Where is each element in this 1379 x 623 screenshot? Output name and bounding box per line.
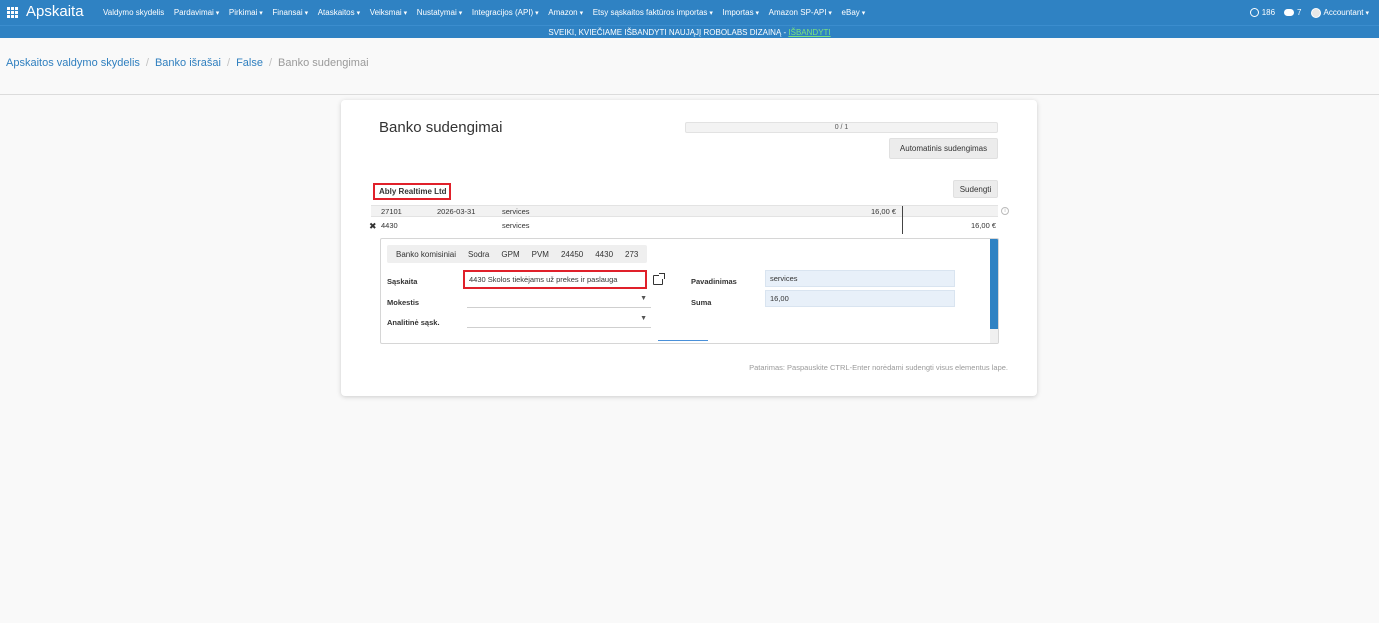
name-field[interactable]: services (765, 270, 955, 287)
quick-account-button[interactable]: Sodra (462, 250, 495, 259)
chat-icon (1284, 9, 1295, 16)
statement-line-row[interactable]: 27101 2026-03-31 services 16,00 € (371, 205, 998, 234)
nav-menu-item[interactable]: Valdymo skydelis (103, 8, 164, 17)
external-link-icon[interactable] (653, 273, 665, 285)
app-brand[interactable]: Apskaita (26, 3, 84, 21)
nav-menu-item[interactable]: Finansai (272, 8, 308, 17)
chevron-down-icon: ▼ (640, 315, 647, 322)
nav-menu-item[interactable]: Veiksmai (370, 8, 407, 17)
quick-account-button[interactable]: GPM (495, 250, 525, 259)
statement-name: services (502, 207, 530, 216)
breadcrumb-bank-statements[interactable]: Banko išrašai (155, 55, 221, 71)
nav-menu-item[interactable]: Integracijos (API) (472, 8, 539, 17)
statement-date: 2026-03-31 (437, 207, 476, 216)
analytic-select[interactable]: ▼ (467, 311, 651, 328)
statement-amount: 16,00 € (871, 207, 897, 216)
nav-menu-item[interactable]: Ataskaitos (318, 8, 360, 17)
navbar-right: 186 7 Accountant (1241, 0, 1369, 25)
amount-label: Suma (691, 298, 712, 307)
quick-account-button[interactable]: PVM (526, 250, 555, 259)
chevron-down-icon: ▼ (640, 295, 647, 302)
quick-account-buttons: Banko komisiniai Sodra GPM PVM 24450 4430 273 (387, 245, 648, 263)
breadcrumb-statement[interactable]: False (236, 55, 263, 71)
quick-account-button[interactable]: 4430 (589, 250, 619, 259)
quick-account-button[interactable]: 273 (619, 250, 644, 259)
account-field[interactable]: 4430 Skolos tiekėjams už prekes ir pasla… (463, 270, 647, 289)
reconciliation-card: Banko sudengimai 0 / 1 Automatinis suden… (341, 100, 1037, 396)
statement-ref: 27101 (381, 207, 402, 216)
breadcrumb-separator: / (145, 57, 149, 69)
nav-menu-item[interactable]: Nustatymai (417, 8, 462, 17)
try-new-design-link[interactable]: IŠBANDYTI (788, 28, 830, 37)
move-account: 4430 (381, 221, 398, 230)
announcement-bar: SVEIKI, KVIEČIAME IŠBANDYTI NAUJĄJĮ ROBO… (0, 25, 1379, 38)
panel-scrollbar[interactable] (990, 239, 998, 343)
move-amount: 16,00 € (971, 221, 997, 230)
clock-icon (1249, 8, 1259, 17)
breadcrumb-dashboard[interactable]: Apskaitos valdymo skydelis (6, 55, 140, 71)
activity-count: 186 (1261, 8, 1276, 17)
top-navbar: Apskaita Valdymo skydelis Pardavimai Pirki… (0, 0, 1379, 25)
messages-indicator[interactable]: 7 (1284, 8, 1302, 17)
user-menu[interactable]: Accountant (1310, 7, 1370, 18)
activity-indicator[interactable]: 186 (1249, 8, 1276, 17)
header-divider (0, 94, 1379, 95)
message-count: 7 (1297, 8, 1302, 17)
breadcrumb: Apskaitos valdymo skydelis / Banko išraš… (6, 55, 369, 71)
account-label: Sąskaita (387, 277, 418, 286)
create-line-panel: Banko komisiniai Sodra GPM PVM 24450 4430 273 … (380, 238, 999, 344)
nav-menu-item[interactable]: Pirkimai (229, 8, 263, 17)
analytic-label: Analitinė sąsk. (387, 318, 440, 327)
move-line-row[interactable]: 4430 services 16,00 € (371, 220, 998, 232)
add-line-link[interactable] (658, 340, 708, 343)
reconcile-button[interactable]: Sudengti (953, 180, 998, 198)
avatar (1310, 7, 1321, 18)
quick-account-button[interactable]: Banko komisiniai (390, 250, 462, 259)
reconcile-progress: 0 / 1 (685, 122, 998, 133)
amount-field[interactable]: 16,00 (765, 290, 955, 307)
tax-label: Mokestis (387, 298, 420, 307)
partner-name[interactable]: Ably Realtime Ltd (373, 183, 451, 200)
nav-menu-item[interactable]: eBay (842, 8, 866, 17)
nav-menu-item[interactable]: Amazon (548, 8, 583, 17)
user-name: Accountant (1324, 8, 1370, 17)
main-menu: Valdymo skydelis Pardavimai Pirkimai Finans… (103, 0, 875, 25)
breadcrumb-separator: / (227, 57, 231, 69)
quick-account-button[interactable]: 24450 (555, 250, 589, 259)
keyboard-hint: Patarimas: Paspauskite CTRL-Enter norėda… (749, 363, 1008, 372)
nav-menu-item[interactable]: Pardavimai (174, 8, 219, 17)
name-label: Pavadinimas (691, 277, 737, 286)
nav-menu-item[interactable]: Etsy sąskaitos faktūros importas (593, 8, 713, 17)
scrollbar-thumb[interactable] (990, 239, 998, 329)
nav-menu-item[interactable]: Amazon SP-API (769, 8, 832, 17)
apps-grid-icon[interactable] (7, 7, 18, 18)
nav-menu-item[interactable]: Importas (722, 8, 759, 17)
page-title: Banko sudengimai (379, 119, 503, 136)
move-name: services (502, 221, 530, 230)
announcement-text: SVEIKI, KVIEČIAME IŠBANDYTI NAUJĄJĮ ROBO… (548, 28, 789, 37)
breadcrumb-separator: / (268, 57, 273, 69)
info-icon[interactable]: i (1001, 207, 1009, 215)
tax-select[interactable]: ▼ (467, 291, 651, 308)
breadcrumb-current: Banko sudengimai (278, 57, 369, 69)
auto-reconcile-button[interactable]: Automatinis sudengimas (889, 138, 998, 159)
